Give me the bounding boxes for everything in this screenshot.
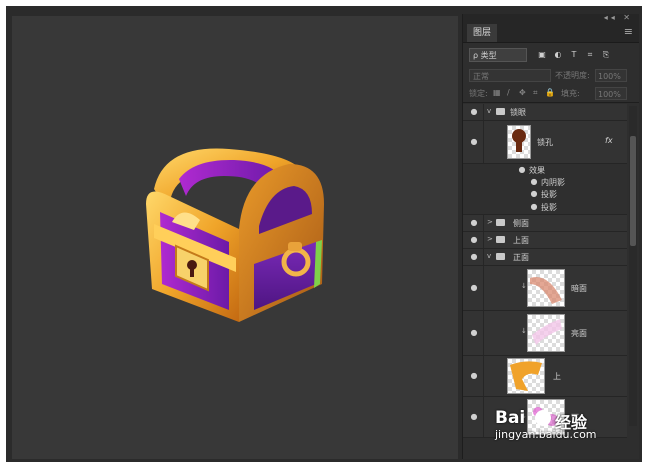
adjustment-filter-icon[interactable]: ◐ xyxy=(553,50,563,60)
type-filter-icon[interactable]: T xyxy=(569,50,579,60)
layer-name: 上面 xyxy=(513,236,529,245)
panel-header: ◂◂ ✕ xyxy=(463,13,639,22)
lock-transparent-icon[interactable]: ▦ xyxy=(493,88,501,97)
layer-name: 上 xyxy=(553,372,561,381)
lock-image-icon[interactable]: / xyxy=(507,88,510,97)
eye-icon[interactable]: ● xyxy=(469,137,479,147)
folder-icon xyxy=(496,253,505,260)
filter-kind-select[interactable]: ρ 类型 xyxy=(469,48,527,62)
effects-label: 效果 xyxy=(529,166,545,175)
folder-icon xyxy=(496,219,505,226)
layer-name: 亮面 xyxy=(571,329,587,338)
effect-name: 投影 xyxy=(541,203,557,212)
lock-all-icon[interactable]: 🔒 xyxy=(545,88,555,97)
effect-name: 内阴影 xyxy=(541,178,565,187)
clip-arrow-icon: ↓ xyxy=(521,282,527,290)
lock-artboard-icon[interactable]: ⌗ xyxy=(533,88,538,98)
layer-name: 暗面 xyxy=(571,284,587,293)
chevron-right-icon[interactable]: > xyxy=(487,218,493,226)
shape-filter-icon[interactable]: ⌗ xyxy=(585,50,595,60)
layer-name: 侧面 xyxy=(513,219,529,228)
panel-menu-icon[interactable]: ≡ xyxy=(624,25,633,38)
layer-name: 正面 xyxy=(513,253,529,262)
eye-icon[interactable]: ● xyxy=(529,177,539,187)
effect-row[interactable]: ● 投影 xyxy=(463,188,627,200)
effect-row[interactable]: ● 投影 xyxy=(463,200,627,215)
layer-thumbnail xyxy=(527,269,565,307)
clip-arrow-icon: ↓ xyxy=(521,327,527,335)
layer-row[interactable]: ● 锁孔 fx xyxy=(463,121,627,164)
eye-icon[interactable]: ● xyxy=(469,107,479,117)
layer-filter-row: ρ 类型 ▣ ◐ T ⌗ ⎘ xyxy=(463,46,639,64)
layer-row-group[interactable]: ● > 上面 xyxy=(463,232,627,249)
fill-input[interactable]: 100% xyxy=(595,87,627,100)
folder-icon xyxy=(496,108,505,115)
layers-scrollbar[interactable] xyxy=(629,106,637,426)
blend-row: 正常 不透明度: 100% xyxy=(463,68,639,84)
keyhole-shape-icon xyxy=(512,129,526,152)
layer-thumbnail xyxy=(507,125,531,159)
fill-label: 填充: xyxy=(561,89,580,98)
canvas[interactable] xyxy=(12,16,458,459)
paw-icon xyxy=(535,410,551,426)
layer-name: 锁眼 xyxy=(510,108,526,117)
treasure-chest-artwork xyxy=(146,148,324,322)
layer-thumbnail xyxy=(527,314,565,352)
eye-icon[interactable]: ● xyxy=(469,218,479,228)
folder-icon xyxy=(496,236,505,243)
eye-icon[interactable]: ● xyxy=(469,412,479,422)
eye-icon[interactable]: ● xyxy=(529,202,539,212)
layer-name: 锁孔 xyxy=(537,138,553,147)
collapse-close-icons[interactable]: ◂◂ ✕ xyxy=(604,13,633,22)
eye-icon[interactable]: ● xyxy=(469,252,479,262)
layer-row-group[interactable]: ● v 正面 xyxy=(463,249,627,266)
panel-tabbar: 图层 ≡ xyxy=(463,22,639,43)
eye-icon[interactable]: ● xyxy=(469,283,479,293)
layer-row[interactable]: ● ↓ 亮面 xyxy=(463,311,627,356)
eye-icon[interactable]: ● xyxy=(469,235,479,245)
opacity-input[interactable]: 100% xyxy=(595,69,627,82)
layer-row-group[interactable]: ● v 锁眼 xyxy=(463,104,627,121)
chevron-down-icon[interactable]: v xyxy=(487,252,491,260)
eye-icon[interactable]: ● xyxy=(469,328,479,338)
layers-panel: ◂◂ ✕ 图层 ≡ ρ 类型 ▣ ◐ T ⌗ ⎘ 正常 不透明度: 100% 锁… xyxy=(462,13,639,459)
effects-row[interactable]: ● 效果 xyxy=(463,164,627,176)
layer-row-group[interactable]: ● > 侧面 xyxy=(463,215,627,232)
eye-icon[interactable]: ● xyxy=(469,371,479,381)
effect-name: 投影 xyxy=(541,190,557,199)
blend-mode-select[interactable]: 正常 xyxy=(469,69,551,82)
eye-icon[interactable]: ● xyxy=(529,189,539,199)
chevron-down-icon[interactable]: v xyxy=(487,107,491,115)
layer-row[interactable]: ● ↓ 暗面 xyxy=(463,266,627,311)
watermark-url: jingyan.baidu.com xyxy=(495,428,597,441)
pixel-filter-icon[interactable]: ▣ xyxy=(537,50,547,60)
highlight-shape-icon xyxy=(532,319,562,345)
watermark-logo: Bai xyxy=(495,408,526,428)
lid-shape-icon xyxy=(510,361,542,391)
layer-row[interactable]: ● 上 xyxy=(463,356,627,397)
smart-object-filter-icon[interactable]: ⎘ xyxy=(601,50,611,60)
eye-icon[interactable]: ● xyxy=(517,165,527,175)
lock-position-icon[interactable]: ✥ xyxy=(519,88,526,97)
opacity-label: 不透明度: xyxy=(555,71,590,80)
lock-row: 锁定: ▦ / ✥ ⌗ 🔒 填充: 100% xyxy=(463,86,639,103)
lock-label: 锁定: xyxy=(469,89,488,98)
chevron-right-icon[interactable]: > xyxy=(487,235,493,243)
effect-row[interactable]: ● 内阴影 xyxy=(463,176,627,188)
tab-layers[interactable]: 图层 xyxy=(467,24,498,42)
shadow-shape-icon xyxy=(530,276,562,304)
layer-thumbnail xyxy=(507,358,545,394)
baidu-watermark: Bai 经验 jingyan.baidu.com xyxy=(495,408,635,441)
fx-icon[interactable]: fx xyxy=(605,136,613,145)
scrollbar-thumb[interactable] xyxy=(630,136,636,246)
